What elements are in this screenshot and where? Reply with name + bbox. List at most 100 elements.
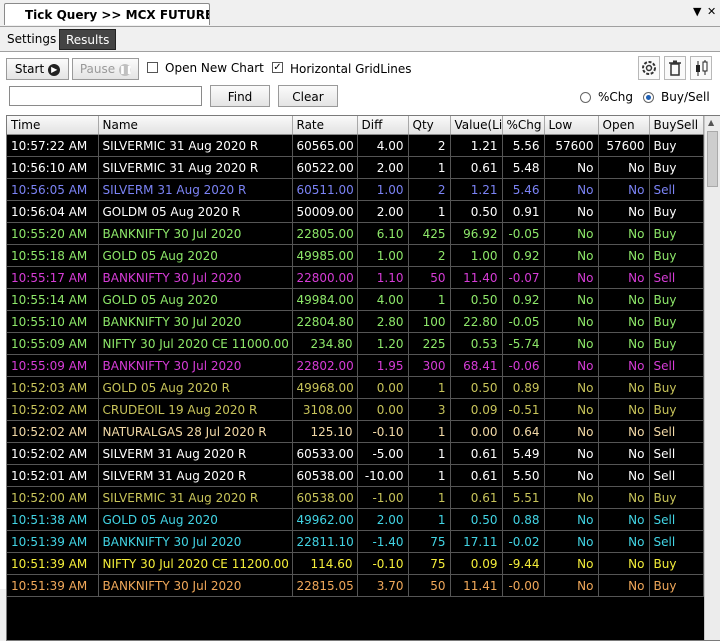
cell-pct-chg: -0.00 [502,574,545,597]
cell-qty: 1 [408,486,451,509]
cell-value: 11.41 [450,574,503,597]
cell-rate: 60565.00 [292,134,358,157]
tab-results[interactable]: Results [59,29,117,50]
pct-chg-radio[interactable] [580,92,591,103]
cell-name: BANKNIFTY 30 Jul 2020 [98,222,293,245]
cell-low: No [544,574,599,597]
column-header-diff[interactable]: Diff [357,116,409,135]
column-header-time[interactable]: Time [7,116,99,135]
pause-icon: ❚❚ [119,63,133,76]
cell-buy-sell: Buy [649,332,704,355]
delete-trash-icon[interactable] [664,56,686,80]
cell-rate: 60538.00 [292,486,358,509]
cell-value: 11.40 [450,266,503,289]
table-row[interactable]: 10:55:10 AM BANKNIFTY 30 Jul 2020 22804.80… [7,310,704,333]
cell-qty: 1 [408,464,451,487]
settings-gear-icon[interactable] [638,56,660,80]
cell-open: No [598,178,650,201]
cell-time: 10:57:22 AM [7,134,99,157]
scrollbar-thumb[interactable] [707,131,718,187]
cell-value: 1.21 [450,178,503,201]
table-row[interactable]: 10:56:04 AM GOLDM 05 Aug 2020 R 50009.00 2.… [7,200,704,223]
chart-candles-icon[interactable] [690,56,712,80]
column-header-qty[interactable]: Qty [408,116,451,135]
cell-value: 68.41 [450,354,503,377]
table-row[interactable]: 10:52:02 AM CRUDEOIL 19 Aug 2020 R 3108.00… [7,398,704,421]
cell-low: No [544,178,599,201]
table-row[interactable]: 10:55:09 AM NIFTY 30 Jul 2020 CE 11000.00… [7,332,704,355]
cell-low: No [544,332,599,355]
table-row[interactable]: 10:52:02 AM NATURALGAS 28 Jul 2020 R 125.1… [7,420,704,443]
cell-diff: -1.00 [357,486,409,509]
cell-open: No [598,376,650,399]
table-row[interactable]: 10:57:22 AM SILVERMIC 31 Aug 2020 R 60565.… [7,134,704,157]
view-tabs: Settings Results [0,27,720,52]
cell-diff: -10.00 [357,464,409,487]
cell-time: 10:52:01 AM [7,464,99,487]
cell-buy-sell: Buy [649,222,704,245]
cell-time: 10:51:38 AM [7,508,99,531]
column-header-buy-sell[interactable]: BuySell [649,116,704,135]
table-row[interactable]: 10:55:18 AM GOLD 05 Aug 2020 49985.00 1.00 2… [7,244,704,267]
search-input[interactable] [9,86,202,106]
column-header-pct-chg[interactable]: %Chg [502,116,545,135]
column-header-open[interactable]: Open [598,116,650,135]
cell-diff: -0.10 [357,420,409,443]
table-row[interactable]: 10:56:05 AM SILVERM 31 Aug 2020 R 60511.00… [7,178,704,201]
cell-value: 17.11 [450,530,503,553]
clear-button[interactable]: Clear [278,85,338,107]
cell-qty: 1 [408,288,451,311]
column-header-low[interactable]: Low [544,116,599,135]
window-menu-dropdown-icon[interactable]: ▼ [693,5,701,18]
table-row[interactable]: 10:51:39 AM BANKNIFTY 30 Jul 2020 22811.10… [7,530,704,553]
table-body: 10:57:22 AM SILVERMIC 31 Aug 2020 R 60565.… [7,134,704,597]
cell-rate: 60511.00 [292,178,358,201]
table-row[interactable]: 10:56:10 AM SILVERMIC 31 Aug 2020 R 60522.… [7,156,704,179]
column-header-name[interactable]: Name [98,116,293,135]
find-button[interactable]: Find [210,85,270,107]
start-label: Start [14,62,45,76]
cell-buy-sell: Buy [649,244,704,267]
scroll-up-arrow-icon[interactable]: ▲ [708,118,714,127]
table-row[interactable]: 10:51:39 AM NIFTY 30 Jul 2020 CE 11200.00… [7,552,704,575]
table-row[interactable]: 10:55:20 AM BANKNIFTY 30 Jul 2020 22805.00… [7,222,704,245]
column-header-value[interactable]: Value(Li [450,116,503,135]
table-row[interactable]: 10:55:14 AM GOLD 05 Aug 2020 49984.00 4.00 1… [7,288,704,311]
cell-rate: 22800.00 [292,266,358,289]
horizontal-gridlines-checkbox[interactable]: ✓ [272,62,283,73]
cell-diff: 2.80 [357,310,409,333]
cell-diff: 2.00 [357,156,409,179]
table-row[interactable]: 10:51:38 AM GOLD 05 Aug 2020 49962.00 2.00 1… [7,508,704,531]
table-row[interactable]: 10:55:09 AM BANKNIFTY 30 Jul 2020 22802.00… [7,354,704,377]
cell-diff: -5.00 [357,442,409,465]
open-new-chart-checkbox[interactable] [147,62,158,73]
table-row[interactable]: 10:52:01 AM SILVERM 31 Aug 2020 R 60538.00… [7,464,704,487]
table-row[interactable]: 10:51:39 AM BANKNIFTY 30 Jul 2020 22815.05… [7,574,704,597]
column-header-rate[interactable]: Rate [292,116,358,135]
start-button[interactable]: Start ▶ [6,58,69,80]
vertical-scrollbar[interactable]: ▲ [704,116,720,640]
tab-settings[interactable]: Settings [1,29,62,50]
cell-name: BANKNIFTY 30 Jul 2020 [98,574,293,597]
table-row[interactable]: 10:52:03 AM GOLD 05 Aug 2020 R 49968.00 0.0… [7,376,704,399]
document-tab-bar: Tick Query >> MCX FUTURE R... ▼ ✕ [0,0,720,27]
tick-results-grid[interactable]: Time Name Rate Diff Qty Value(Li %Chg Low Open Bu… [6,115,720,641]
cell-buy-sell: Buy [649,574,704,597]
cell-open: No [598,574,650,597]
cell-name: BANKNIFTY 30 Jul 2020 [98,530,293,553]
buy-sell-radio[interactable] [643,92,654,103]
cell-buy-sell: Buy [649,398,704,421]
cell-qty: 300 [408,354,451,377]
pause-button[interactable]: Pause ❚❚ [72,58,139,80]
table-row[interactable]: 10:52:02 AM SILVERM 31 Aug 2020 R 60533.00… [7,442,704,465]
cell-pct-chg: 5.48 [502,156,545,179]
cell-low: No [544,420,599,443]
table-row[interactable]: 10:55:17 AM BANKNIFTY 30 Jul 2020 22800.00… [7,266,704,289]
cell-buy-sell: Buy [649,200,704,223]
close-window-icon[interactable]: ✕ [707,5,716,18]
tick-table: Time Name Rate Diff Qty Value(Li %Chg Low Open Bu… [7,116,704,597]
cell-low: No [544,398,599,421]
table-row[interactable]: 10:52:00 AM SILVERMIC 31 Aug 2020 R 60538.… [7,486,704,509]
cell-pct-chg: 0.92 [502,244,545,267]
tick-query-tab[interactable]: Tick Query >> MCX FUTURE R... [4,3,210,25]
